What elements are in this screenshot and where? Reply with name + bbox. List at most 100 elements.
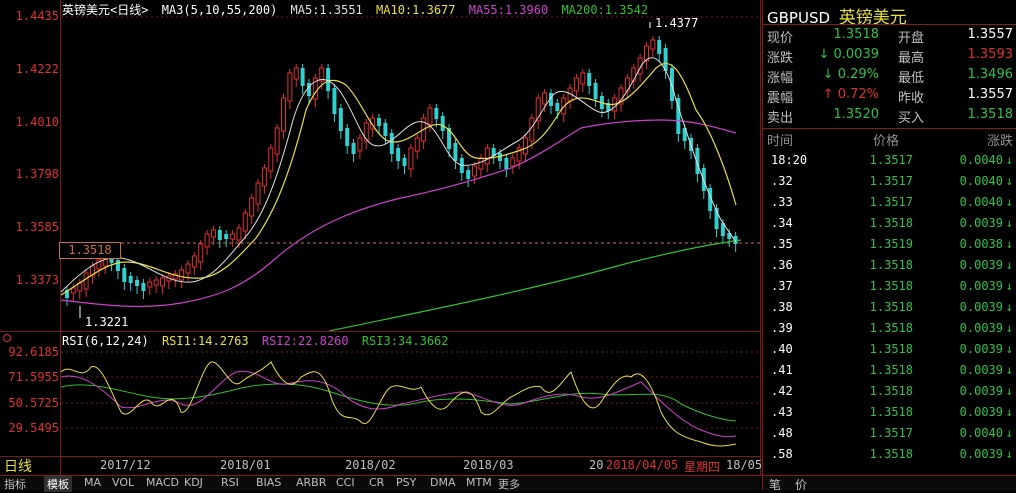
candle-body <box>281 97 287 132</box>
tick-time: .38 <box>771 300 793 314</box>
tick-change: 0.0039 <box>959 447 1003 461</box>
tick-row: .34 1.3518 0.0039 ↓ <box>763 216 1016 237</box>
candle-body <box>160 277 166 287</box>
tick-change: 0.0040 <box>959 426 1003 440</box>
quote-value: 1.3557 <box>967 27 1014 42</box>
tick-price: 1.3519 <box>869 237 913 251</box>
candle-body <box>478 157 484 170</box>
crosshair-weekday: 星期四 <box>684 460 721 474</box>
price-tick: 1.4222 <box>15 62 59 76</box>
period-switch[interactable]: 日线 <box>4 456 32 476</box>
price-tick: 1.4435 <box>15 9 59 23</box>
tick-price: 1.3518 <box>869 321 913 335</box>
candle-body <box>504 158 509 169</box>
tick-row: 18:20 1.3517 0.0040 ↓ <box>763 153 1016 174</box>
panel-bottom-bar: 笔 价 <box>763 475 1016 493</box>
bottom-tab-12[interactable]: DMA <box>430 476 456 489</box>
candle-body <box>198 243 204 263</box>
quote-row: 涨跌 ↓ 0.0039 最高 1.3593 <box>763 47 1016 68</box>
rsi-chart[interactable] <box>61 332 760 456</box>
ma5-line <box>61 57 737 293</box>
tick-change: 0.0039 <box>959 321 1003 335</box>
bottom-tab-5[interactable]: KDJ <box>184 476 203 489</box>
tick-price: 1.3518 <box>869 216 913 230</box>
panel-name: 英镑美元 <box>838 8 907 28</box>
candle-body <box>261 167 267 187</box>
bottom-tab-10[interactable]: CR <box>369 476 384 489</box>
quote-value: ↓ 0.0039 <box>818 47 879 62</box>
bottom-tab-3[interactable]: VOL <box>112 476 134 489</box>
tick-time: .39 <box>771 321 793 335</box>
panel-divider <box>763 24 1016 25</box>
rsi-settings-icon[interactable] <box>3 334 11 342</box>
quote-label: 涨跌 <box>767 51 794 66</box>
bottom-tab-7[interactable]: BIAS <box>256 476 281 489</box>
candle-body <box>300 68 305 86</box>
bottom-tab-13[interactable]: MTM <box>466 476 492 489</box>
quote-value: 1.3593 <box>967 47 1014 62</box>
candle-body <box>115 260 120 271</box>
tick-row: .40 1.3518 0.0039 ↓ <box>763 342 1016 363</box>
tick-time: .41 <box>771 363 793 377</box>
quote-value: 1.3557 <box>967 87 1014 102</box>
date-tick: 2018/01 <box>220 458 271 472</box>
candle-body <box>383 123 388 136</box>
rsi3-line <box>61 383 737 422</box>
price-tick: 1.4010 <box>15 115 59 129</box>
candlestick-chart[interactable]: 1.3221 1.4377 <box>61 0 760 331</box>
bottom-tab-9[interactable]: CCI <box>336 476 355 489</box>
rsi1-line <box>61 361 737 447</box>
down-arrow-icon: ↓ <box>1005 300 1013 314</box>
tick-change: 0.0039 <box>959 300 1003 314</box>
candle-body <box>293 67 299 80</box>
bottom-tab-4[interactable]: MACD <box>146 476 179 489</box>
tick-time: .48 <box>771 426 793 440</box>
tick-time: 18:20 <box>771 153 808 167</box>
bottom-tab-6[interactable]: RSI <box>221 476 239 489</box>
candle-body <box>414 137 420 152</box>
quote-value: ↓ 0.29% <box>822 67 879 82</box>
candle-body <box>542 92 548 105</box>
tick-change: 0.0040 <box>959 195 1003 209</box>
candle-body <box>153 279 159 286</box>
tick-price: 1.3518 <box>869 363 913 377</box>
candle-body <box>326 68 331 91</box>
bottom-tab-11[interactable]: PSY <box>396 476 416 489</box>
down-arrow-icon: ↓ <box>1005 384 1013 398</box>
panel-tab-price[interactable]: 价 <box>795 476 807 493</box>
tick-price: 1.3517 <box>869 153 913 167</box>
candle-body <box>484 147 490 165</box>
quote-row: 涨幅 ↓ 0.29% 最低 1.3496 <box>763 67 1016 88</box>
candle-body <box>83 272 89 290</box>
tick-time: .36 <box>771 258 793 272</box>
quote-value: ↑ 0.72% <box>822 87 879 102</box>
down-arrow-icon: ↓ <box>818 47 834 62</box>
candle-body <box>230 233 236 240</box>
tick-change: 0.0040 <box>959 174 1003 188</box>
bottom-tab-2[interactable]: MA <box>84 476 101 489</box>
candle-body <box>351 143 356 154</box>
tick-row: .43 1.3518 0.0039 ↓ <box>763 405 1016 426</box>
candle-body <box>466 170 471 179</box>
down-arrow-icon: ↓ <box>1005 363 1013 377</box>
date-axis-divider <box>0 456 760 457</box>
date-tick: 20 <box>589 458 604 472</box>
candle-body <box>249 197 255 217</box>
candle-body <box>510 157 516 167</box>
down-arrow-icon: ↓ <box>1005 174 1013 188</box>
tick-price: 1.3518 <box>869 447 913 461</box>
tick-time: .32 <box>771 174 793 188</box>
candle-body <box>440 116 445 131</box>
bottom-tab-8[interactable]: ARBR <box>296 476 326 489</box>
tick-row: .33 1.3517 0.0040 ↓ <box>763 195 1016 216</box>
ma10-line <box>61 62 737 296</box>
tick-time: .58 <box>771 447 793 461</box>
candle-body <box>573 77 579 92</box>
quote-label: 最低 <box>898 71 925 86</box>
panel-tab-trades[interactable]: 笔 <box>769 476 781 493</box>
candle-body <box>332 88 337 114</box>
tick-price: 1.3518 <box>869 384 913 398</box>
down-arrow-icon: ↓ <box>1005 153 1013 167</box>
tick-row: .48 1.3517 0.0040 ↓ <box>763 426 1016 447</box>
tick-price: 1.3518 <box>869 342 913 356</box>
